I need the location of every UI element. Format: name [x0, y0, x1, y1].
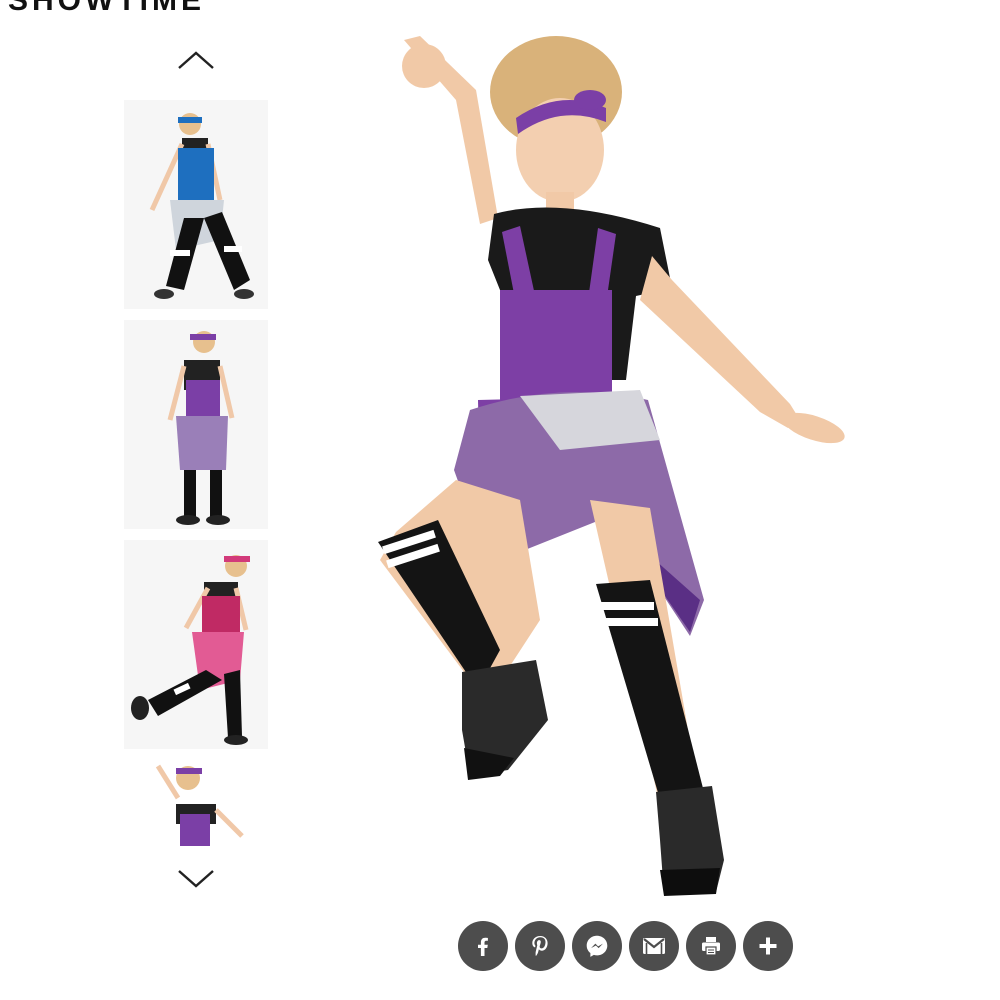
- thumbnail-blue-overalls[interactable]: [124, 100, 268, 309]
- thumbnail-prev-button[interactable]: [124, 45, 268, 75]
- print-icon: [702, 937, 720, 956]
- thumbnail-pink-overalls[interactable]: [124, 540, 268, 749]
- plus-icon: [759, 937, 777, 955]
- share-messenger-button[interactable]: [572, 921, 622, 971]
- gmail-icon: [643, 938, 665, 954]
- brand-logo-text: SHOWTIME: [8, 0, 205, 17]
- chevron-down-icon: [178, 870, 214, 888]
- pinterest-icon: [532, 936, 548, 956]
- facebook-icon: [478, 937, 488, 956]
- share-more-button[interactable]: [743, 921, 793, 971]
- share-facebook-button[interactable]: [458, 921, 508, 971]
- thumbnail-next-button[interactable]: [124, 864, 268, 894]
- thumbnail-list: [124, 100, 268, 846]
- thumbnail-purple-overalls-back[interactable]: [124, 320, 268, 529]
- share-toolbar: [458, 921, 793, 971]
- messenger-icon: [586, 935, 608, 957]
- share-pinterest-button[interactable]: [515, 921, 565, 971]
- share-gmail-button[interactable]: [629, 921, 679, 971]
- share-print-button[interactable]: [686, 921, 736, 971]
- chevron-up-icon: [178, 51, 214, 69]
- main-product-image: [350, 20, 870, 900]
- thumbnail-purple-overalls-partial[interactable]: [124, 760, 268, 846]
